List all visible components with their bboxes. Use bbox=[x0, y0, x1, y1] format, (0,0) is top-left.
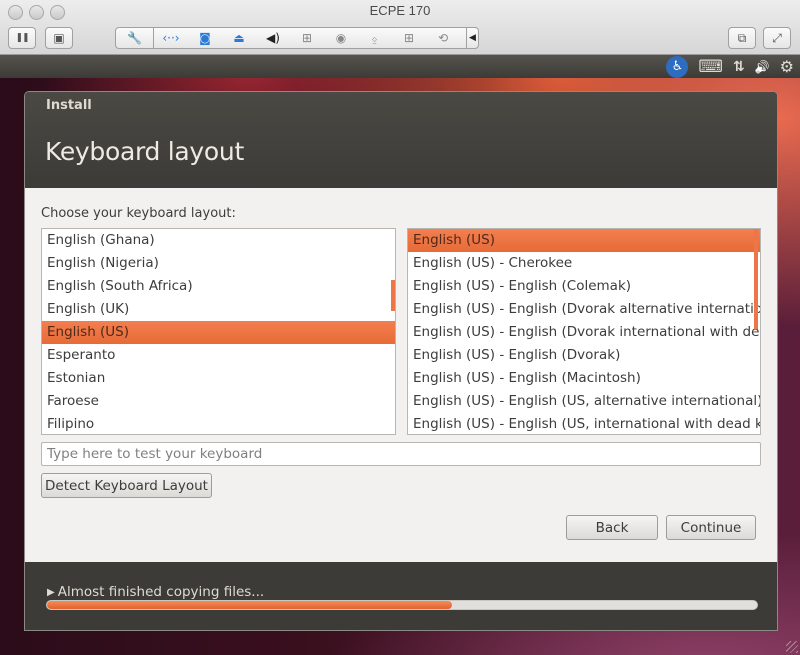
install-progress-bar bbox=[46, 600, 758, 610]
list-item-selected[interactable]: English (US) bbox=[408, 229, 760, 252]
accessibility-icon: ♿ bbox=[671, 59, 684, 74]
hard-disk-button[interactable]: ◙ bbox=[188, 28, 222, 48]
collapse-toolbar-button[interactable]: ◀ bbox=[466, 28, 478, 48]
window-title: ECPE 170 bbox=[369, 3, 431, 18]
session-indicator[interactable]: ⚙ bbox=[780, 57, 794, 76]
snapshot-button[interactable]: ▣ bbox=[45, 27, 73, 49]
volume-indicator[interactable]: 🔊 bbox=[755, 60, 770, 74]
sound-button[interactable]: ◀) bbox=[256, 28, 290, 48]
mouse-button[interactable]: ⍚ bbox=[358, 28, 392, 48]
keyboard-icon: ⌨ bbox=[698, 56, 723, 77]
detect-keyboard-layout-button[interactable]: Detect Keyboard Layout bbox=[41, 473, 212, 498]
fullscreen-icon: ⤢ bbox=[772, 30, 782, 45]
list-item[interactable]: Estonian bbox=[42, 367, 395, 390]
snapshot-icon: ▣ bbox=[53, 31, 65, 45]
installer-footer: ▶ Almost finished copying files... bbox=[25, 562, 777, 630]
network-icon: ‹··› bbox=[162, 31, 180, 45]
network-indicator[interactable]: ⇅ bbox=[733, 59, 745, 75]
list-item-selected[interactable]: English (US) bbox=[42, 321, 395, 344]
installer-header: Install Keyboard layout bbox=[25, 92, 777, 188]
sharing-button[interactable]: ⟲ bbox=[426, 28, 460, 48]
usb-button[interactable]: ⊞ bbox=[290, 28, 324, 48]
list-item[interactable]: English (US) - English (Dvorak internati… bbox=[408, 321, 760, 344]
windows-icon: ⧉ bbox=[737, 30, 747, 45]
unity-mode-button[interactable]: ⧉ bbox=[728, 27, 756, 49]
continue-button[interactable]: Continue bbox=[666, 515, 756, 540]
choose-layout-label: Choose your keyboard layout: bbox=[41, 206, 236, 221]
accessibility-indicator[interactable]: ♿ bbox=[666, 55, 689, 78]
sharing-icon: ⟲ bbox=[437, 31, 449, 45]
printer-icon: ⊞ bbox=[403, 31, 415, 45]
mouse-icon: ⍚ bbox=[371, 30, 379, 45]
list-item[interactable]: English (US) - English (Macintosh) bbox=[408, 367, 760, 390]
cd-dvd-button[interactable]: ⏏ bbox=[222, 28, 256, 48]
network-button[interactable]: ‹··› bbox=[154, 28, 188, 48]
network-arrows-icon: ⇅ bbox=[732, 58, 745, 75]
status-text: Almost finished copying files... bbox=[57, 584, 265, 600]
resize-grip[interactable] bbox=[786, 641, 798, 653]
usb-icon: ⊞ bbox=[301, 31, 313, 45]
list-item[interactable]: English (US) - English (US, internationa… bbox=[408, 413, 760, 434]
installer-title: Install bbox=[46, 98, 92, 113]
keyboard-indicator[interactable]: ⌨ bbox=[698, 57, 723, 77]
triangle-left-icon: ◀ bbox=[469, 33, 476, 43]
ubuntu-top-panel: ♿ ⌨ ⇅ 🔊 ⚙ bbox=[0, 55, 800, 78]
list-item[interactable]: Filipino bbox=[42, 413, 395, 434]
vm-window-titlebar: ECPE 170 ❚❚ ▣ 🔧 ‹··› ◙ ⏏ ◀) ⊞ ◉ ⍚ ⊞ ⟲ ◀ ⧉ ⤢ bbox=[0, 0, 800, 55]
camera-icon: ◉ bbox=[335, 31, 347, 45]
pause-button[interactable]: ❚❚ bbox=[8, 27, 36, 49]
wrench-icon: 🔧 bbox=[127, 31, 142, 45]
pause-icon: ❚❚ bbox=[15, 33, 29, 43]
list-item[interactable]: English (US) - Cherokee bbox=[408, 252, 760, 275]
hard-disk-icon: ◙ bbox=[199, 31, 211, 45]
fullscreen-button[interactable]: ⤢ bbox=[763, 27, 791, 49]
cd-dvd-icon: ⏏ bbox=[233, 31, 245, 45]
install-progress-fill bbox=[47, 601, 452, 609]
speaker-icon: ◀) bbox=[266, 31, 280, 45]
back-button[interactable]: Back bbox=[566, 515, 658, 540]
expander-triangle-icon: ▶ bbox=[47, 586, 55, 598]
list-item[interactable]: English (US) - English (Dvorak) bbox=[408, 344, 760, 367]
list-item[interactable]: Esperanto bbox=[42, 344, 395, 367]
keyboard-test-input[interactable] bbox=[41, 442, 761, 466]
installer-window: Install Keyboard layout Choose your keyb… bbox=[24, 91, 778, 631]
installer-body: Choose your keyboard layout: English (Gh… bbox=[25, 188, 777, 562]
gear-icon: ⚙ bbox=[779, 57, 794, 76]
list-item[interactable]: Faroese bbox=[42, 390, 395, 413]
variant-list[interactable]: English (US) English (US) - Cherokee Engli… bbox=[407, 228, 761, 435]
list-item[interactable]: English (US) - English (Dvorak alternati… bbox=[408, 298, 760, 321]
layout-list[interactable]: English (Ghana) English (Nigeria) English … bbox=[41, 228, 396, 435]
variant-list-scrollbar[interactable] bbox=[754, 229, 758, 329]
list-item[interactable]: English (US) - English (US, alternative … bbox=[408, 390, 760, 413]
printer-button[interactable]: ⊞ bbox=[392, 28, 426, 48]
volume-icon: 🔊 bbox=[754, 59, 770, 74]
settings-button[interactable]: 🔧 bbox=[116, 28, 154, 48]
page-title: Keyboard layout bbox=[45, 137, 244, 166]
list-item[interactable]: English (Nigeria) bbox=[42, 252, 395, 275]
list-item[interactable]: English (UK) bbox=[42, 298, 395, 321]
list-item[interactable]: English (US) - English (Colemak) bbox=[408, 275, 760, 298]
camera-button[interactable]: ◉ bbox=[324, 28, 358, 48]
status-expander[interactable]: ▶ Almost finished copying files... bbox=[47, 584, 264, 600]
layout-list-scrollbar[interactable] bbox=[391, 280, 395, 311]
list-item[interactable]: English (South Africa) bbox=[42, 275, 395, 298]
list-item[interactable]: English (Ghana) bbox=[42, 229, 395, 252]
device-toolbar: 🔧 ‹··› ◙ ⏏ ◀) ⊞ ◉ ⍚ ⊞ ⟲ ◀ bbox=[115, 27, 479, 49]
